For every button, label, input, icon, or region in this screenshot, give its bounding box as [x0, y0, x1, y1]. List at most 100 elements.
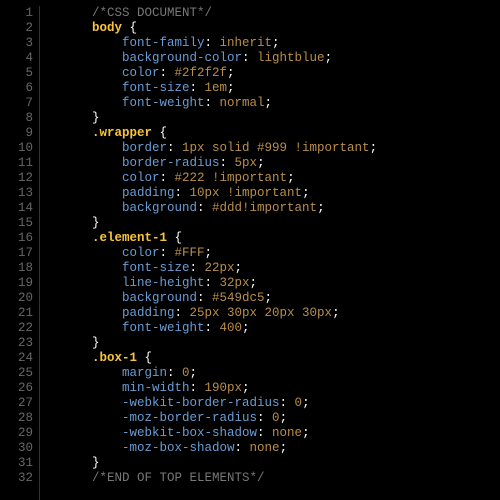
code-line: font-weight: normal;: [62, 96, 377, 111]
css-value: 0: [295, 396, 303, 410]
css-property: color: [122, 66, 160, 80]
colon: :: [242, 51, 257, 65]
code-area[interactable]: /*CSS DOCUMENT*/body {font-family: inher…: [40, 6, 377, 500]
semicolon: ;: [190, 366, 198, 380]
semicolon: ;: [280, 441, 288, 455]
line-number: 24: [0, 351, 33, 366]
close-brace: }: [92, 456, 100, 470]
css-value: #ddd!important: [212, 201, 317, 215]
line-number: 8: [0, 111, 33, 126]
colon: :: [257, 426, 272, 440]
semicolon: ;: [250, 276, 258, 290]
code-line: border-radius: 5px;: [62, 156, 377, 171]
semicolon: ;: [242, 321, 250, 335]
code-line: background: #549dc5;: [62, 291, 377, 306]
css-value: #2f2f2f: [175, 66, 228, 80]
code-line: -webkit-box-shadow: none;: [62, 426, 377, 441]
line-number: 10: [0, 141, 33, 156]
line-number: 12: [0, 171, 33, 186]
css-value: none: [250, 441, 280, 455]
css-value: 1em: [205, 81, 228, 95]
css-property: font-size: [122, 261, 190, 275]
css-selector: body: [92, 21, 122, 35]
line-number: 16: [0, 231, 33, 246]
line-number: 26: [0, 381, 33, 396]
css-value: 190px: [205, 381, 243, 395]
code-line: .box-1 {: [62, 351, 377, 366]
line-number: 11: [0, 156, 33, 171]
code-line: }: [62, 111, 377, 126]
css-property: margin: [122, 366, 167, 380]
semicolon: ;: [302, 186, 310, 200]
css-property: color: [122, 171, 160, 185]
css-property: font-weight: [122, 321, 205, 335]
semicolon: ;: [257, 156, 265, 170]
colon: :: [197, 201, 212, 215]
code-line: font-weight: 400;: [62, 321, 377, 336]
css-value: #222 !important: [175, 171, 288, 185]
code-line: font-family: inherit;: [62, 36, 377, 51]
colon: :: [220, 156, 235, 170]
semicolon: ;: [370, 141, 378, 155]
line-number: 15: [0, 216, 33, 231]
line-number: 23: [0, 336, 33, 351]
code-line: color: #FFF;: [62, 246, 377, 261]
line-number: 29: [0, 426, 33, 441]
line-number: 25: [0, 366, 33, 381]
css-property: -webkit-border-radius: [122, 396, 280, 410]
line-number: 4: [0, 51, 33, 66]
code-line: /*CSS DOCUMENT*/: [62, 6, 377, 21]
css-selector: .element-1: [92, 231, 167, 245]
line-number: 2: [0, 21, 33, 36]
colon: :: [190, 381, 205, 395]
close-brace: }: [92, 111, 100, 125]
code-line: .wrapper {: [62, 126, 377, 141]
colon: :: [197, 291, 212, 305]
line-number: 13: [0, 186, 33, 201]
css-property: line-height: [122, 276, 205, 290]
line-number: 20: [0, 291, 33, 306]
line-number: 7: [0, 96, 33, 111]
css-property: color: [122, 246, 160, 260]
semicolon: ;: [332, 306, 340, 320]
semicolon: ;: [265, 96, 273, 110]
css-value: 0: [272, 411, 280, 425]
code-line: .element-1 {: [62, 231, 377, 246]
colon: :: [167, 141, 182, 155]
colon: :: [160, 246, 175, 260]
css-property: background-color: [122, 51, 242, 65]
line-number: 31: [0, 456, 33, 471]
colon: :: [205, 321, 220, 335]
colon: :: [190, 81, 205, 95]
colon: :: [205, 276, 220, 290]
css-property: font-size: [122, 81, 190, 95]
code-line: }: [62, 216, 377, 231]
semicolon: ;: [280, 411, 288, 425]
css-value: 32px: [220, 276, 250, 290]
code-line: padding: 25px 30px 20px 30px;: [62, 306, 377, 321]
css-selector: .wrapper: [92, 126, 152, 140]
semicolon: ;: [235, 261, 243, 275]
css-value: 5px: [235, 156, 258, 170]
code-line: body {: [62, 21, 377, 36]
code-line: background-color: lightblue;: [62, 51, 377, 66]
semicolon: ;: [272, 36, 280, 50]
semicolon: ;: [287, 171, 295, 185]
open-brace: {: [145, 351, 153, 365]
open-brace: {: [160, 126, 168, 140]
line-number: 6: [0, 81, 33, 96]
css-property: padding: [122, 186, 175, 200]
css-value: #549dc5: [212, 291, 265, 305]
code-line: color: #2f2f2f;: [62, 66, 377, 81]
css-property: padding: [122, 306, 175, 320]
colon: :: [167, 366, 182, 380]
line-number: 14: [0, 201, 33, 216]
code-line: font-size: 22px;: [62, 261, 377, 276]
colon: :: [160, 66, 175, 80]
line-number: 17: [0, 246, 33, 261]
semicolon: ;: [325, 51, 333, 65]
css-property: font-weight: [122, 96, 205, 110]
css-value: 0: [182, 366, 190, 380]
code-line: }: [62, 336, 377, 351]
colon: :: [175, 186, 190, 200]
